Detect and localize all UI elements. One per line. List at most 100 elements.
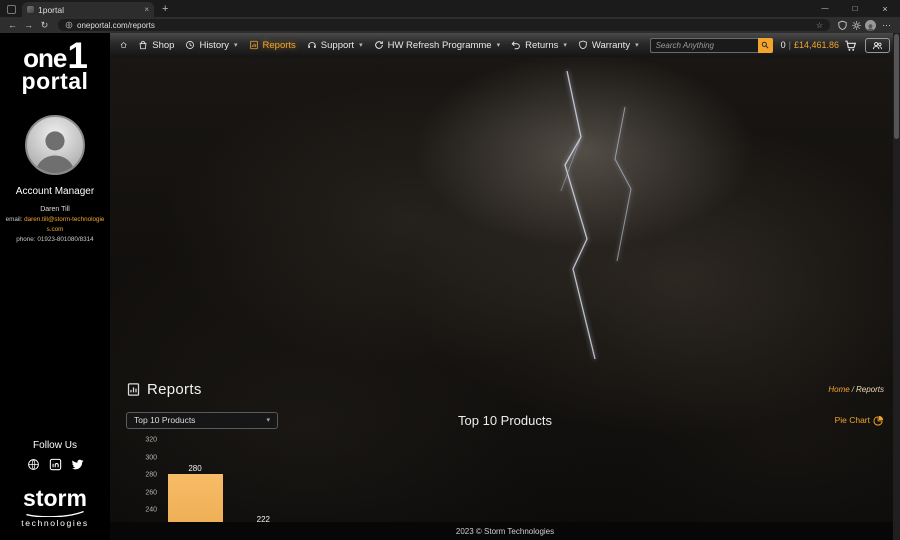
users-icon: [872, 40, 883, 51]
website-globe-icon[interactable]: [27, 458, 40, 471]
refresh-button[interactable]: ↻: [38, 20, 51, 31]
account-manager-contact: email: daren.till@storm-technologies.com…: [5, 215, 105, 244]
social-links: [27, 458, 84, 471]
bar-chart: 0204060801001201401601802002202402602803…: [110, 440, 840, 522]
browser-profile-avatar[interactable]: [865, 20, 876, 31]
breadcrumb-home-link[interactable]: Home: [828, 385, 849, 394]
report-type-select[interactable]: Top 10 Products ▾: [126, 412, 278, 429]
chevron-down-icon: ▾: [563, 41, 567, 49]
tab-title: 1portal: [38, 5, 140, 15]
address-bar[interactable]: oneportal.com/reports ☆: [58, 19, 830, 31]
chevron-down-icon: ▾: [234, 41, 238, 49]
brand-word-storm: storm: [21, 487, 88, 510]
logo-word-portal: portal: [22, 70, 89, 93]
cart-separator: |: [789, 40, 791, 50]
account-manager-title: Account Manager: [16, 186, 94, 197]
browser-shield-icon[interactable]: [837, 20, 848, 31]
twitter-icon[interactable]: [71, 458, 84, 471]
phone-value: 01923-801080/8314: [37, 236, 93, 243]
linkedin-icon[interactable]: [49, 458, 62, 471]
reports-page: Reports Home/Reports Top 10 Products ▾ T…: [110, 57, 900, 522]
back-button[interactable]: ←: [6, 20, 19, 30]
phone-label: phone:: [16, 236, 35, 243]
chart-controls: Top 10 Products ▾ Top 10 Products Pie Ch…: [126, 410, 884, 430]
bar-1[interactable]: 280: [165, 464, 225, 522]
main-nav: Shop History▾ Reports Support▾ HW Refresh Pr…: [138, 40, 638, 51]
chevron-down-icon: ▾: [635, 41, 639, 49]
support-icon: [307, 40, 317, 50]
tab-activity-icon[interactable]: [7, 5, 16, 14]
warranty-icon: [578, 40, 588, 50]
browser-settings-icon[interactable]: [851, 20, 862, 31]
reports-icon: [249, 40, 259, 50]
search-input[interactable]: [650, 38, 758, 53]
nav-item-hw-refresh-programme[interactable]: HW Refresh Programme▾: [374, 40, 501, 51]
bar-2[interactable]: 222: [233, 515, 293, 522]
tab-favicon-icon: [27, 6, 34, 13]
cart-icon: [844, 39, 857, 52]
browser-toolbar: ← → ↻ oneportal.com/reports ☆ ⋯: [0, 17, 900, 33]
follow-us-label: Follow Us: [33, 440, 77, 451]
nav-item-history[interactable]: History▾: [185, 40, 237, 51]
oneportal-logo[interactable]: one1 portal: [22, 40, 89, 93]
content-column: Shop History▾ Reports Support▾ HW Refresh Pr…: [110, 33, 900, 540]
page-header: Reports Home/Reports: [110, 372, 900, 398]
scrollbar[interactable]: [893, 33, 900, 540]
favorite-star-icon[interactable]: ☆: [816, 21, 823, 30]
plot-column: 280222187147575041383527 1.Items tested …: [165, 440, 840, 522]
new-tab-button[interactable]: +: [162, 3, 168, 15]
top-nav: Shop History▾ Reports Support▾ HW Refresh Pr…: [110, 33, 900, 57]
bar-plot: 280222187147575041383527: [165, 440, 840, 522]
minimize-button[interactable]: —: [810, 0, 840, 17]
account-button[interactable]: [865, 38, 890, 53]
email-label: email:: [6, 216, 23, 223]
breadcrumb-separator: /: [852, 385, 854, 394]
brand-word-technologies: technologies: [21, 518, 88, 528]
hw-refresh-programme-icon: [374, 40, 384, 50]
breadcrumb: Home/Reports: [828, 385, 884, 394]
logo-digit: 1: [67, 40, 87, 71]
forward-button[interactable]: →: [22, 20, 35, 30]
bar-rect: [168, 474, 223, 522]
nav-item-shop[interactable]: Shop: [138, 40, 174, 51]
email-link[interactable]: daren.till@storm-technologies.com: [24, 216, 104, 233]
chevron-down-icon: ▾: [266, 416, 270, 424]
browser-tabstrip: 1portal × + — □ ×: [0, 0, 900, 17]
person-silhouette-icon: [29, 123, 81, 173]
browser-window: 1portal × + — □ × ← → ↻ oneportal.com/re…: [0, 0, 900, 540]
breadcrumb-current: Reports: [856, 385, 884, 394]
nav-item-reports[interactable]: Reports: [249, 40, 296, 51]
cart-button[interactable]: 0 | £14,461.86: [781, 39, 857, 52]
nav-item-returns[interactable]: Returns▾: [511, 40, 567, 51]
bar-value: 280: [188, 464, 201, 473]
browser-menu-icon[interactable]: ⋯: [879, 20, 894, 31]
sidebar: one1 portal Account Manager Daren Till e…: [0, 33, 110, 540]
nav-right: 0 | £14,461.86: [650, 38, 890, 53]
shop-icon: [138, 40, 148, 50]
pie-chart-icon: [873, 415, 884, 426]
tab-close-icon[interactable]: ×: [144, 5, 149, 14]
maximize-button[interactable]: □: [840, 0, 870, 17]
pie-chart-link[interactable]: Pie Chart: [835, 415, 884, 426]
scrollbar-thumb[interactable]: [894, 34, 899, 139]
page-title: Reports: [147, 381, 202, 398]
home-icon[interactable]: [120, 39, 127, 51]
nav-item-support[interactable]: Support▾: [307, 40, 363, 51]
cart-count: 0: [781, 40, 786, 50]
chevron-down-icon: ▾: [359, 41, 363, 49]
returns-icon: [511, 40, 521, 50]
account-manager-name: Daren Till: [40, 206, 70, 213]
search-button[interactable]: [758, 38, 773, 53]
pie-chart-label: Pie Chart: [835, 415, 870, 425]
close-button[interactable]: ×: [870, 0, 900, 17]
brand-swoosh: [23, 510, 87, 517]
account-manager-avatar: [25, 115, 85, 175]
nav-item-warranty[interactable]: Warranty▾: [578, 40, 639, 51]
browser-tab[interactable]: 1portal ×: [22, 2, 154, 17]
bar-value: 222: [257, 515, 270, 522]
reports-icon: [126, 382, 141, 397]
url-text: oneportal.com/reports: [77, 21, 812, 30]
page-footer: 2023 © Storm Technologies: [110, 522, 900, 540]
cart-total: £14,461.86: [794, 40, 839, 50]
storm-technologies-logo: storm technologies: [21, 487, 88, 528]
